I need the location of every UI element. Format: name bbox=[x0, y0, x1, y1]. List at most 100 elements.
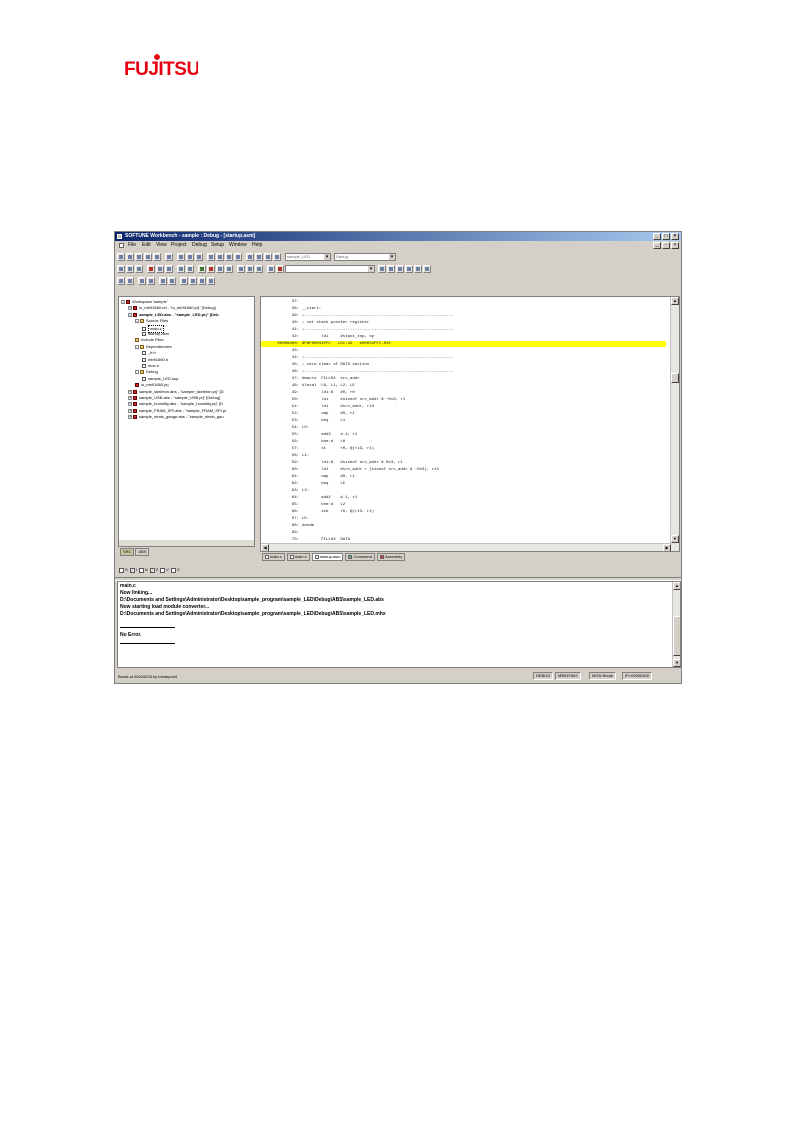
mdi-close-button[interactable]: × bbox=[671, 242, 679, 249]
tab-main-c-2[interactable]: main.c bbox=[286, 553, 310, 561]
view-d-icon[interactable] bbox=[147, 276, 155, 285]
tree-item[interactable]: - Debug bbox=[135, 369, 158, 375]
editor-horizontal-scrollbar[interactable]: ◀ ▶ bbox=[261, 543, 671, 551]
tree-item[interactable]: startup.asm bbox=[142, 331, 169, 337]
step-out-icon[interactable] bbox=[195, 252, 203, 261]
undo-icon[interactable] bbox=[177, 264, 185, 273]
code-line[interactable]: 37: bbox=[261, 299, 666, 305]
tree-item[interactable]: + sample_skeleton.abs - "sample_skeleton.… bbox=[128, 389, 224, 395]
code-line[interactable]: 48: #local L0, L1, L2, LE bbox=[261, 383, 666, 389]
clear-breakpoint-icon[interactable] bbox=[246, 264, 254, 273]
menu-debug[interactable]: Debug bbox=[192, 241, 207, 250]
view-g-icon[interactable] bbox=[180, 276, 188, 285]
scroll-left-icon[interactable]: ◀ bbox=[261, 544, 269, 551]
expand-toggle-icon[interactable]: - bbox=[135, 344, 139, 349]
checkbox-icon[interactable] bbox=[119, 567, 124, 573]
memory-icon[interactable] bbox=[246, 252, 254, 261]
reset-icon[interactable] bbox=[216, 264, 224, 273]
code-line[interactable]: 60: ldi #src_addr + (sizeof src_addr & ~… bbox=[261, 467, 666, 473]
scroll-up-icon[interactable]: ▲ bbox=[673, 582, 680, 590]
code-line[interactable]: 58: L1: bbox=[261, 453, 666, 459]
window-arrange-icon[interactable] bbox=[234, 252, 242, 261]
window-cascade-icon[interactable] bbox=[216, 252, 224, 261]
code-line[interactable]: 56: bne:d L0 bbox=[261, 439, 666, 445]
expand-toggle-icon[interactable]: + bbox=[128, 306, 132, 311]
code-line[interactable]: 39: ;------------------------------------… bbox=[261, 313, 666, 319]
code-line[interactable]: 44: ;------------------------------------… bbox=[261, 355, 666, 361]
watch-icon[interactable] bbox=[264, 252, 272, 261]
scroll-right-icon[interactable]: ▶ bbox=[663, 544, 671, 551]
tree-item[interactable]: + io_mb91660.rel - "io_mb91660.prj" [Debu… bbox=[128, 305, 216, 311]
view-i-icon[interactable] bbox=[198, 276, 206, 285]
code-line[interactable]: 57: st r0, @(r13, r1) bbox=[261, 446, 666, 452]
document-icon[interactable] bbox=[119, 243, 124, 248]
code-line[interactable]: 67: LE: bbox=[261, 516, 666, 522]
window-tile-icon[interactable] bbox=[207, 252, 215, 261]
code-line[interactable]: 50: ldi #sizeof src_addr & ~0x3, r1 bbox=[261, 397, 666, 403]
tree-horizontal-scrollbar[interactable] bbox=[119, 540, 254, 546]
break-icon[interactable] bbox=[207, 264, 215, 273]
config-select[interactable]: Debug bbox=[334, 252, 396, 261]
expand-toggle-icon[interactable]: + bbox=[128, 389, 132, 394]
output-scrollbar[interactable]: ▲ ▼ bbox=[672, 582, 680, 667]
code-line[interactable]: 65: bne:d L2 bbox=[261, 502, 666, 508]
toggle-view-icon[interactable] bbox=[255, 264, 263, 273]
register-icon[interactable] bbox=[255, 252, 263, 261]
new-icon[interactable] bbox=[117, 264, 125, 273]
tree-item[interactable]: _fr.h bbox=[142, 350, 156, 356]
code-line[interactable]: 51: ldi #src_addr, r13 bbox=[261, 404, 666, 410]
save-icon[interactable] bbox=[135, 264, 143, 273]
bookmark-icon[interactable] bbox=[378, 264, 386, 273]
menu-setup[interactable]: Setup bbox=[211, 241, 224, 250]
bookmark-prev-icon[interactable] bbox=[396, 264, 404, 273]
tree-item[interactable]: + sample_FRAM_SPI.abs - "sample_FRAM_SPI.… bbox=[128, 408, 226, 414]
code-line[interactable]: 40:; set stack pointer register bbox=[261, 320, 666, 326]
stop-build-icon[interactable] bbox=[153, 252, 161, 261]
breakpoint-icon[interactable] bbox=[237, 264, 245, 273]
bookmark-next-icon[interactable] bbox=[387, 264, 395, 273]
tab-main-c[interactable]: main.c bbox=[262, 553, 285, 561]
tree-item[interactable]: - Dependencies bbox=[135, 344, 172, 350]
code-line[interactable]: 43: bbox=[261, 348, 666, 354]
view-a-icon[interactable] bbox=[117, 276, 125, 285]
scroll-thumb[interactable] bbox=[671, 373, 679, 383]
checkbox-icon[interactable]: ✓ bbox=[149, 567, 155, 573]
source-editor[interactable]: 37: 38: __start: 39: ;----------------------… bbox=[260, 296, 680, 552]
view-b-icon[interactable] bbox=[126, 276, 134, 285]
output-window[interactable]: main.c Now linking... D:\Documents and S… bbox=[117, 581, 681, 668]
open-icon[interactable] bbox=[126, 264, 134, 273]
search-input[interactable] bbox=[285, 264, 375, 273]
tab-abs[interactable]: ABS bbox=[135, 548, 150, 556]
code-line[interactable]: 38: __start: bbox=[261, 306, 666, 312]
code-line[interactable]: 47: #macro FILL04 src_addr bbox=[261, 376, 666, 382]
tab-startup-asm[interactable]: startup.asm bbox=[311, 553, 344, 561]
scroll-thumb[interactable] bbox=[673, 616, 680, 656]
code-line[interactable]: 62: beq LE bbox=[261, 481, 666, 487]
project-tree[interactable]: - Workspace 'sample' + io_mb91660.rel - "io… bbox=[118, 296, 255, 547]
tree-item[interactable]: io_mb91660.prj bbox=[135, 382, 169, 388]
rebuild-icon[interactable] bbox=[144, 252, 152, 261]
tree-item[interactable]: + sample_humidity.abs - "sample_humidity.… bbox=[128, 401, 223, 407]
flag-s[interactable]: S bbox=[119, 567, 128, 573]
expand-toggle-icon[interactable]: - bbox=[128, 312, 132, 317]
find-icon[interactable] bbox=[267, 264, 275, 273]
view-f-icon[interactable] bbox=[168, 276, 176, 285]
menu-project[interactable]: Project bbox=[171, 241, 187, 250]
menu-edit[interactable]: Edit bbox=[142, 241, 151, 250]
goto-line-icon[interactable] bbox=[414, 264, 422, 273]
redo-icon[interactable] bbox=[186, 264, 194, 273]
tree-item[interactable]: sample_LED.sup bbox=[142, 376, 178, 382]
tree-item[interactable]: + sample_strain_gauge.abs - "sample_strai… bbox=[128, 414, 224, 420]
code-line[interactable]: 66: stb r0, @(r13, r1) bbox=[261, 509, 666, 515]
tree-item[interactable]: + sample_USB.abs - "sample_USB.prj" [Debu… bbox=[128, 395, 220, 401]
tree-item[interactable]: Include Files bbox=[135, 337, 163, 343]
checkbox-icon[interactable] bbox=[160, 567, 166, 573]
project-select[interactable]: sample_LED bbox=[285, 252, 331, 261]
code-line[interactable]: 61: cmp #0, r1 bbox=[261, 474, 666, 480]
build-icon[interactable] bbox=[126, 252, 134, 261]
editor-vertical-scrollbar[interactable]: ▲ ▼ bbox=[670, 297, 679, 551]
window-split-icon[interactable] bbox=[225, 252, 233, 261]
tree-item[interactable]: mb91660.h bbox=[142, 357, 168, 363]
view-c-icon[interactable] bbox=[138, 276, 146, 285]
paste-icon[interactable] bbox=[165, 264, 173, 273]
